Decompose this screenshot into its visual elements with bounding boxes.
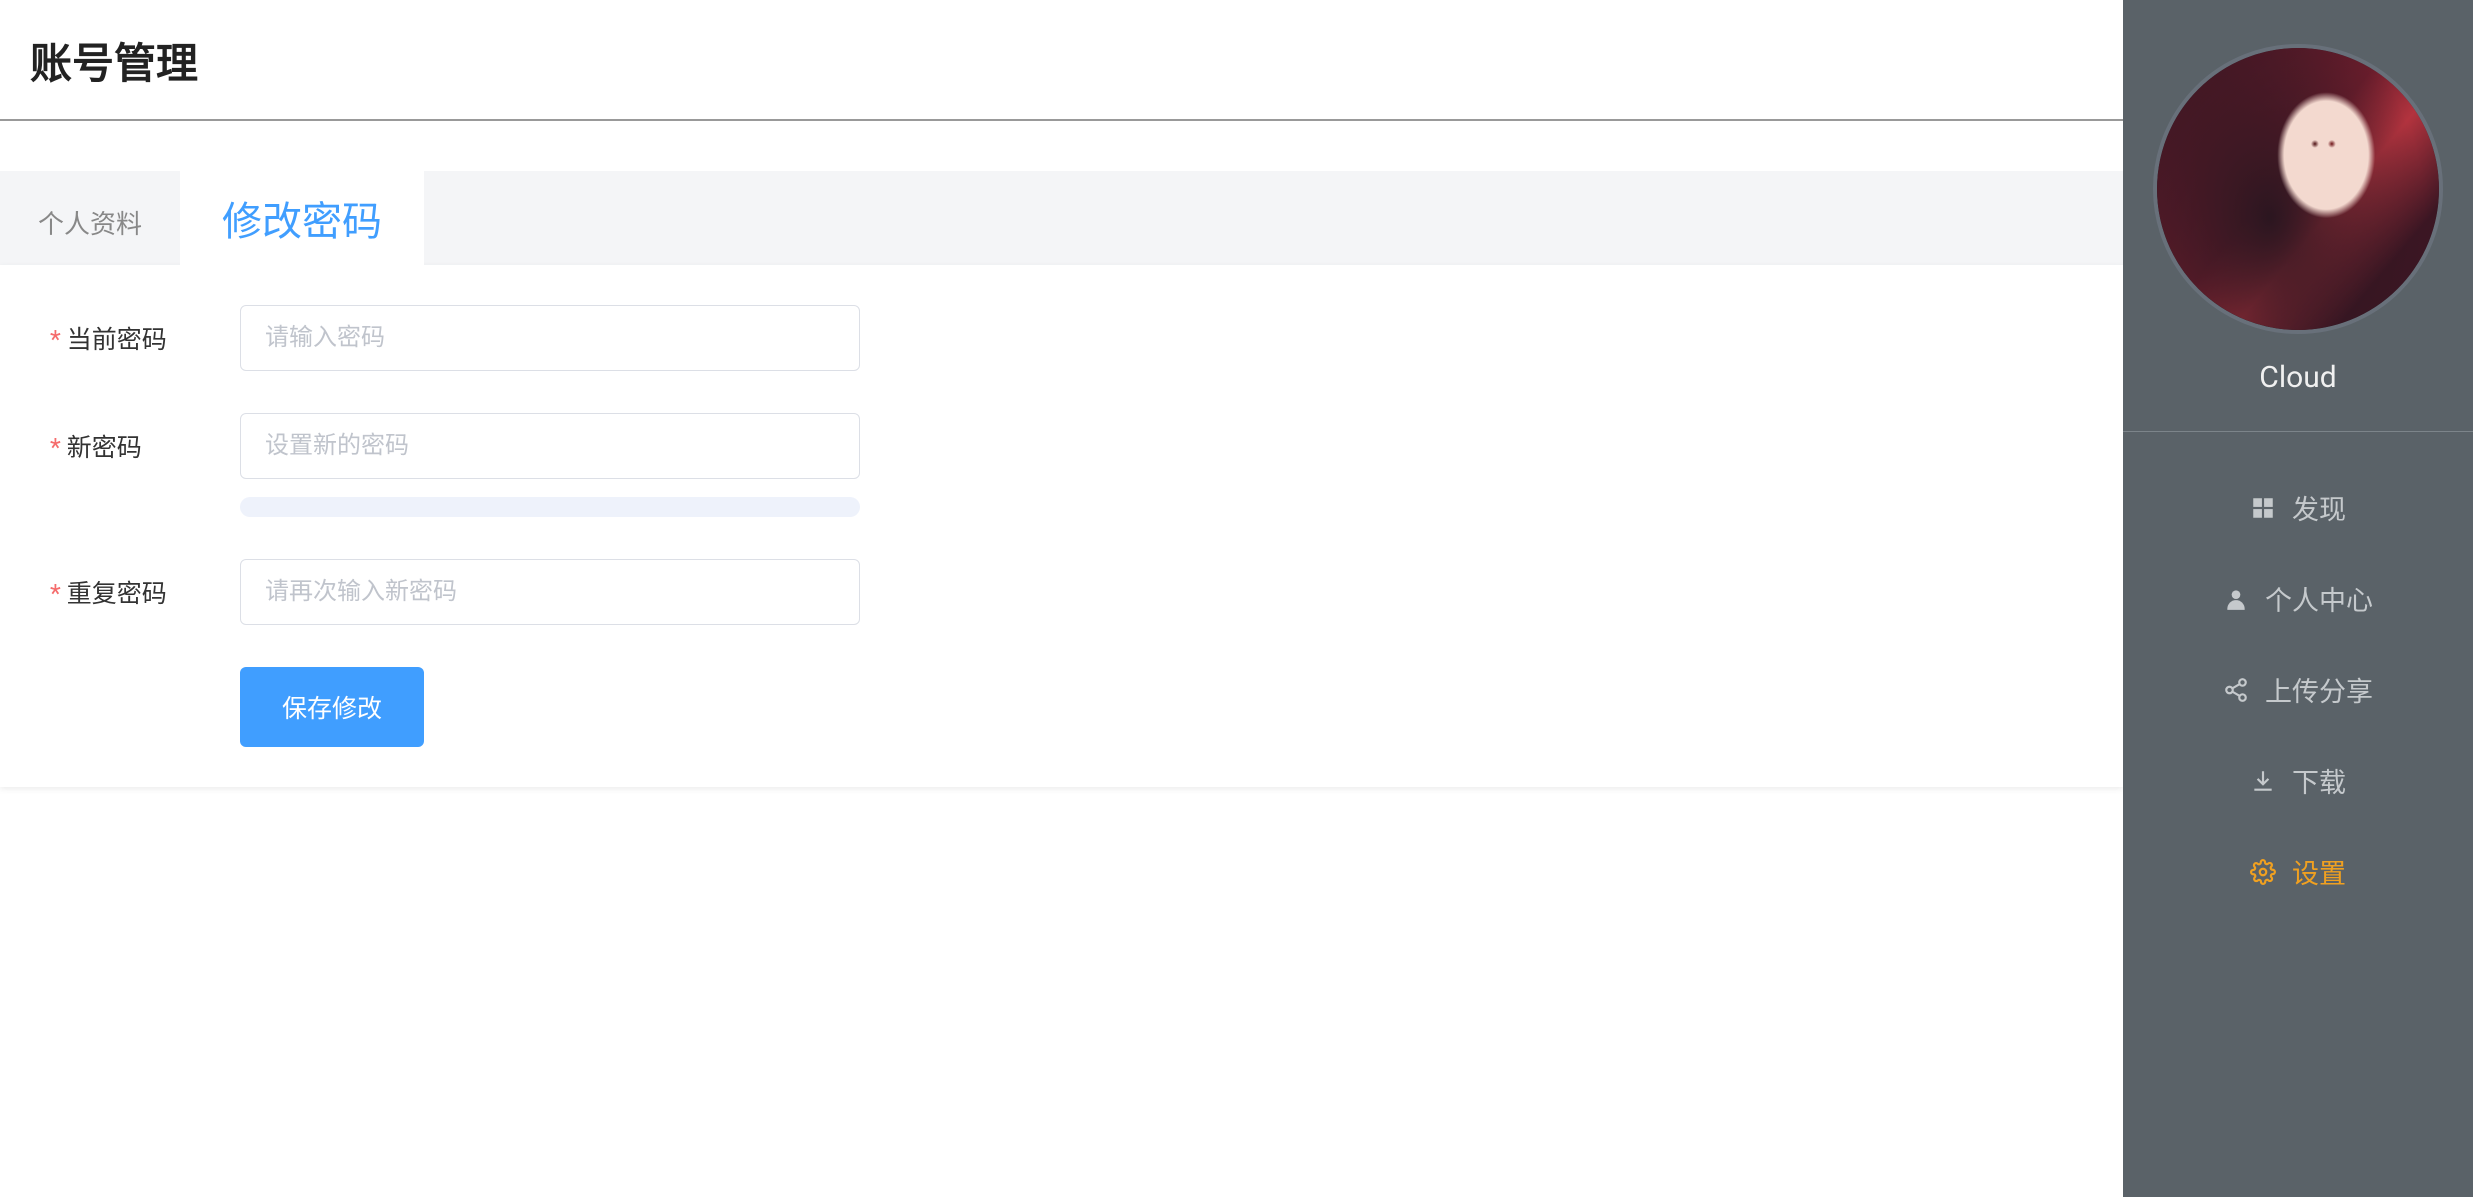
label-text: 新密码: [67, 434, 142, 463]
nav-item-discover[interactable]: 发现: [2123, 462, 2473, 553]
gear-icon: [2250, 859, 2276, 885]
tab-change-password[interactable]: 修改密码: [180, 171, 424, 265]
form-row-new-password: *新密码: [30, 413, 2093, 479]
avatar[interactable]: [2153, 44, 2443, 334]
password-strength-row: [30, 497, 2093, 517]
sidebar: Cloud 发现 个人中心 上传分享 下载: [2123, 0, 2473, 1197]
password-form: *当前密码 *新密码 *重复密码 保存修改: [0, 265, 2123, 787]
nav-item-upload[interactable]: 上传分享: [2123, 644, 2473, 735]
form-row-repeat-password: *重复密码: [30, 559, 2093, 625]
button-row: 保存修改: [30, 667, 2093, 747]
share-icon: [2223, 677, 2249, 703]
grid-icon: [2250, 495, 2276, 521]
nav-label: 个人中心: [2265, 579, 2373, 618]
username: Cloud: [2259, 360, 2336, 395]
sidebar-nav: 发现 个人中心 上传分享 下载 设置: [2123, 432, 2473, 947]
save-button[interactable]: 保存修改: [240, 667, 424, 747]
page-title: 账号管理: [30, 30, 2093, 91]
password-strength-bar: [240, 497, 860, 517]
sidebar-profile: Cloud: [2123, 0, 2473, 432]
required-mark: *: [50, 580, 61, 609]
download-icon: [2250, 768, 2276, 794]
nav-item-personal[interactable]: 个人中心: [2123, 553, 2473, 644]
new-password-input[interactable]: [240, 413, 860, 479]
user-icon: [2223, 586, 2249, 612]
label-text: 重复密码: [67, 580, 167, 609]
nav-label: 下载: [2292, 761, 2346, 800]
required-mark: *: [50, 326, 61, 355]
nav-item-download[interactable]: 下载: [2123, 735, 2473, 826]
new-password-label: *新密码: [30, 428, 240, 464]
form-row-current-password: *当前密码: [30, 305, 2093, 371]
nav-label: 发现: [2292, 488, 2346, 527]
nav-item-settings[interactable]: 设置: [2123, 826, 2473, 917]
tab-profile[interactable]: 个人资料: [0, 180, 180, 265]
required-mark: *: [50, 434, 61, 463]
repeat-password-label: *重复密码: [30, 574, 240, 610]
repeat-password-input[interactable]: [240, 559, 860, 625]
label-text: 当前密码: [67, 326, 167, 355]
current-password-label: *当前密码: [30, 320, 240, 356]
current-password-input[interactable]: [240, 305, 860, 371]
nav-label: 设置: [2292, 852, 2346, 891]
page-header: 账号管理: [0, 0, 2123, 121]
tabs-container: 个人资料 修改密码: [0, 171, 2123, 265]
main-content: 账号管理 个人资料 修改密码 *当前密码 *新密码 *重复密码: [0, 0, 2123, 1197]
nav-label: 上传分享: [2265, 670, 2373, 709]
